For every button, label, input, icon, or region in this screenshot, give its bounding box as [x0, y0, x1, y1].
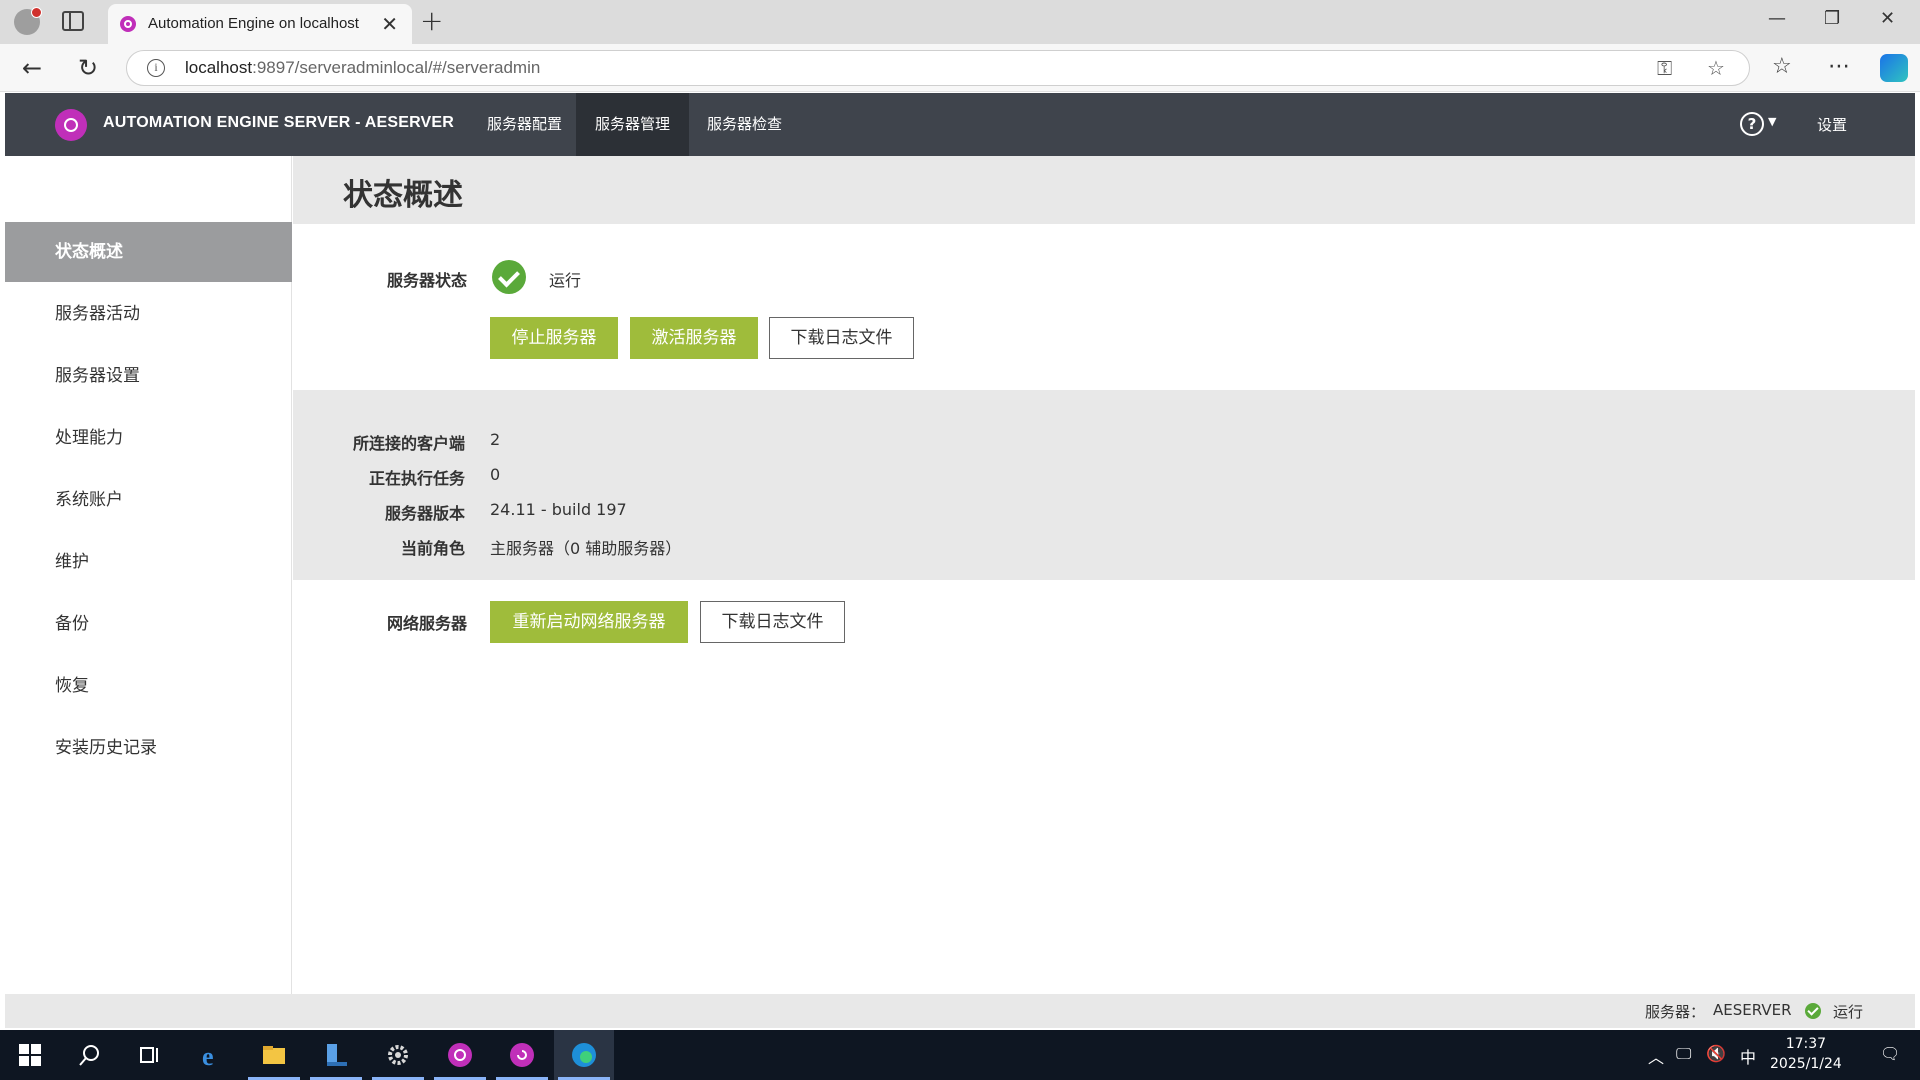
info-label: 所连接的客户端 — [352, 434, 465, 453]
web-server-label: 网络服务器 — [386, 614, 467, 633]
download-server-log-button[interactable]: 下载日志文件 — [769, 317, 914, 359]
browser-tab[interactable]: Automation Engine on localhost ✕ — [108, 4, 412, 44]
download-web-log-button[interactable]: 下载日志文件 — [700, 601, 845, 643]
page-title: 状态概述 — [343, 178, 463, 213]
profile-avatar-icon[interactable] — [14, 7, 42, 35]
volume-muted-icon[interactable]: 🔇 — [1706, 1044, 1726, 1063]
automation-engine-client-icon — [510, 1043, 534, 1067]
more-menu-icon[interactable]: ⋯ — [1828, 54, 1850, 79]
address-bar[interactable]: i localhost:9897/serveradminlocal/#/serv… — [126, 50, 1750, 86]
task-view-button[interactable] — [120, 1030, 180, 1080]
sidebar-item-install-history[interactable]: 安装历史记录 — [5, 718, 292, 778]
footer-server-state: 运行 — [1833, 1003, 1864, 1021]
app-logo-icon — [55, 109, 87, 141]
settings-link[interactable]: 设置 — [1817, 114, 1847, 135]
taskbar-file-explorer[interactable] — [244, 1030, 304, 1080]
favorite-star-icon[interactable]: ☆ — [1707, 56, 1725, 80]
internet-explorer-icon: e — [202, 1042, 214, 1068]
tray-chevron-up-icon[interactable]: ︿ — [1648, 1044, 1664, 1068]
tab-actions-icon[interactable] — [62, 11, 84, 31]
server-status-value: 运行 — [549, 271, 582, 290]
taskbar-automation-engine-client[interactable] — [492, 1030, 552, 1080]
menu-server-admin[interactable]: 服务器管理 — [576, 93, 690, 156]
server-manager-icon — [327, 1044, 347, 1066]
menu-server-check[interactable]: 服务器检查 — [688, 93, 801, 156]
activate-server-button[interactable]: 激活服务器 — [630, 317, 758, 359]
info-value: 0 — [490, 465, 501, 484]
sidebar-item-system-accounts[interactable]: 系统账户 — [5, 470, 292, 530]
edge-browser-icon — [572, 1043, 596, 1067]
reload-icon[interactable]: ↻ — [78, 54, 98, 82]
automation-engine-favicon-icon — [120, 16, 136, 32]
tab-close-icon[interactable]: ✕ — [381, 12, 398, 36]
windows-logo-icon — [19, 1044, 41, 1066]
copilot-icon[interactable] — [1880, 54, 1908, 82]
restore-icon[interactable]: ❐ — [1824, 8, 1840, 29]
taskbar-edge[interactable] — [554, 1030, 614, 1080]
status-footer: 服务器： AESERVER 运行 — [5, 994, 1915, 1028]
info-label: 正在执行任务 — [368, 469, 465, 488]
network-icon[interactable]: 🖵 — [1676, 1044, 1691, 1064]
info-label: 当前角色 — [400, 539, 465, 558]
back-icon[interactable]: ← — [22, 54, 42, 82]
automation-engine-icon — [448, 1043, 472, 1067]
search-button[interactable] — [60, 1030, 120, 1080]
info-value: 24.11 - build 197 — [490, 500, 627, 519]
menu-server-config[interactable]: 服务器配置 — [468, 93, 581, 156]
footer-server-name: AESERVER — [1713, 1001, 1792, 1019]
chevron-down-icon[interactable]: ▼ — [1768, 115, 1776, 128]
restart-web-server-button[interactable]: 重新启动网络服务器 — [490, 601, 688, 643]
new-tab-icon[interactable]: + — [420, 4, 443, 37]
sidebar-item-processing-capacity[interactable]: 处理能力 — [5, 408, 292, 468]
page-title-bar: 状态概述 — [293, 156, 1915, 224]
favorites-icon[interactable]: ☆ — [1772, 54, 1792, 79]
browser-navbar: ← ↻ i localhost:9897/serveradminlocal/#/… — [0, 44, 1920, 92]
task-view-icon — [140, 1047, 158, 1063]
notification-icon[interactable]: 🗨 — [1880, 1044, 1900, 1063]
taskbar-internet-explorer[interactable]: e — [182, 1030, 242, 1080]
ime-indicator[interactable]: 中 — [1740, 1044, 1756, 1068]
main-content: 状态概述 服务器状态 运行 停止服务器 激活服务器 下载日志文件 所连接的客户端… — [293, 156, 1915, 994]
footer-server-label: 服务器： — [1645, 1003, 1706, 1021]
help-icon[interactable]: ? — [1740, 112, 1764, 136]
app-brand-title: AUTOMATION ENGINE SERVER - AESERVER — [103, 114, 455, 131]
info-label: 服务器版本 — [384, 504, 465, 523]
taskbar-server-manager[interactable] — [306, 1030, 366, 1080]
search-icon — [79, 1045, 99, 1066]
taskbar-clock[interactable]: 17:37 2025/1/24 — [1770, 1034, 1842, 1074]
site-info-icon[interactable]: i — [147, 59, 165, 77]
stop-server-button[interactable]: 停止服务器 — [490, 317, 618, 359]
sidebar: 状态概述 服务器活动 服务器设置 处理能力 系统账户 维护 备份 恢复 安装历史… — [5, 156, 292, 994]
windows-taskbar: e ︿ 🖵 🔇 中 17:37 2025/1/24 🗨 — [0, 1030, 1920, 1080]
gear-icon — [388, 1045, 408, 1065]
tab-title: Automation Engine on localhost — [148, 15, 359, 32]
window-close-icon[interactable]: ✕ — [1880, 8, 1895, 29]
info-value: 2 — [490, 430, 501, 449]
server-status-label: 服务器状态 — [386, 271, 467, 290]
sidebar-item-backup[interactable]: 备份 — [5, 594, 292, 654]
start-button[interactable] — [0, 1030, 60, 1080]
minimize-icon[interactable]: — — [1768, 8, 1786, 29]
url-text: localhost:9897/serveradminlocal/#/server… — [185, 58, 541, 77]
sidebar-item-maintenance[interactable]: 维护 — [5, 532, 292, 592]
clock-date: 2025/1/24 — [1770, 1056, 1842, 1072]
app-header: AUTOMATION ENGINE SERVER - AESERVER 服务器配… — [5, 93, 1915, 156]
taskbar-automation-engine[interactable] — [430, 1030, 490, 1080]
status-ok-check-icon — [492, 260, 526, 294]
sidebar-item-restore[interactable]: 恢复 — [5, 656, 292, 716]
svg-text:e: e — [202, 1042, 214, 1068]
taskbar-settings[interactable] — [368, 1030, 428, 1080]
server-info-panel: 所连接的客户端 2 正在执行任务 0 服务器版本 24.11 - build 1… — [293, 390, 1915, 580]
sidebar-item-status-overview[interactable]: 状态概述 — [5, 222, 292, 282]
sidebar-item-server-activity[interactable]: 服务器活动 — [5, 284, 292, 344]
footer-status-check-icon — [1805, 1003, 1821, 1019]
password-key-icon[interactable]: ⚿ — [1657, 56, 1672, 80]
browser-tabstrip: Automation Engine on localhost ✕ + — ❐ ✕ — [0, 0, 1920, 44]
clock-time: 17:37 — [1785, 1036, 1827, 1052]
folder-icon — [263, 1046, 285, 1064]
sidebar-item-server-settings[interactable]: 服务器设置 — [5, 346, 292, 406]
info-value: 主服务器（0 辅助服务器） — [490, 539, 682, 558]
